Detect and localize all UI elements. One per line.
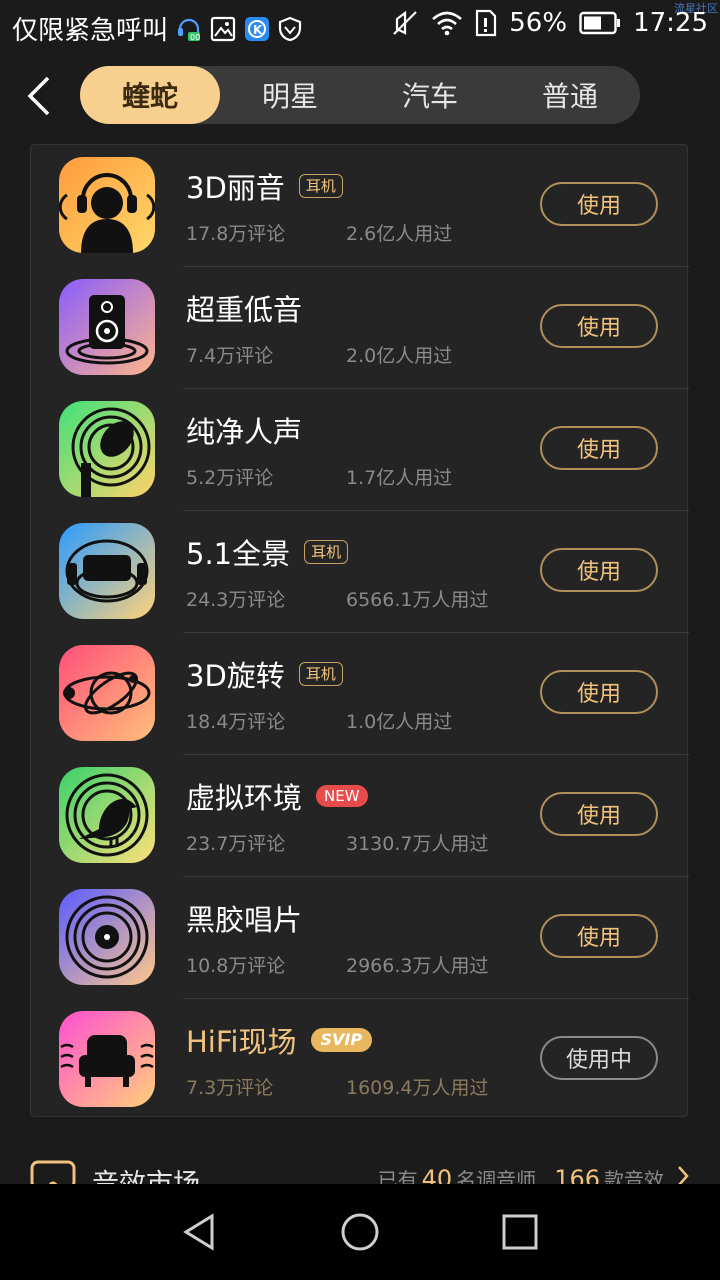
wifi-icon (431, 10, 463, 36)
comment-count: 7.3万评论 (186, 1077, 274, 1099)
category-tabs: 蝰蛇 明星 汽车 普通 (80, 66, 640, 124)
svip-badge: SVIP (310, 1028, 373, 1052)
user-count: 6566.1万人用过 (346, 589, 489, 611)
chevron-right-icon (676, 1165, 690, 1184)
shield-icon (278, 16, 302, 42)
use-button[interactable]: 使用 (540, 304, 658, 348)
effect-list: 3D丽音 耳机 17.8万评论 2.6亿人用过 使用 超重低音 7.4万评论 2… (30, 144, 689, 1117)
svg-text:K: K (253, 23, 263, 37)
nav-back-button[interactable] (180, 1212, 220, 1252)
battery-percent: 56% (509, 8, 568, 38)
bluetooth-headset-icon: 00 (176, 15, 202, 43)
market-stats: 已有 40 名调音师 166 款音效 (378, 1164, 690, 1184)
tuner-label: 名调音师 (456, 1168, 537, 1184)
tab-normal[interactable]: 普通 (500, 66, 640, 124)
armchair-icon (59, 1011, 155, 1107)
comment-count: 18.4万评论 (186, 711, 286, 733)
use-button[interactable]: 使用 (540, 670, 658, 714)
comment-count: 17.8万评论 (186, 223, 286, 245)
user-count: 2.6亿人用过 (346, 223, 453, 245)
comment-count: 5.2万评论 (186, 467, 274, 489)
effect-title: 虚拟环境 (186, 781, 303, 815)
chevron-left-icon (27, 76, 50, 116)
header: 蝰蛇 明星 汽车 普通 (0, 62, 720, 128)
use-button[interactable]: 使用 (540, 426, 658, 470)
sim-alert-icon (475, 9, 497, 37)
speaker-icon (59, 279, 155, 375)
effect-title: 超重低音 (186, 293, 303, 327)
system-nav-bar (0, 1184, 720, 1280)
k-app-icon: K (244, 16, 270, 42)
headphone-badge: 耳机 (298, 662, 343, 686)
mute-icon (391, 9, 419, 37)
vr-glasses-icon (30, 1160, 76, 1184)
effect-title: 纯净人声 (186, 415, 303, 449)
user-count: 1609.4万人用过 (346, 1077, 489, 1099)
effect-title: 3D丽音 (186, 171, 285, 205)
nav-recents-button[interactable] (500, 1212, 540, 1252)
tuner-count: 40 (421, 1165, 453, 1184)
headphone-badge: 耳机 (304, 540, 349, 564)
triangle-back-icon (183, 1213, 214, 1251)
carrier-text: 仅限紧急呼叫 (12, 16, 169, 46)
comment-count: 10.8万评论 (186, 955, 286, 977)
effect-title: 3D旋转 (186, 659, 285, 693)
headphones-person-icon (59, 157, 155, 253)
user-count: 3130.7万人用过 (346, 833, 489, 855)
effect-title: 5.1全景 (186, 537, 291, 571)
user-count: 2.0亿人用过 (346, 345, 453, 367)
in-use-button[interactable]: 使用中 (540, 1036, 658, 1080)
list-item[interactable]: 5.1全景 耳机 24.3万评论 6566.1万人用过 使用 (31, 511, 689, 633)
nav-home-button[interactable] (340, 1212, 380, 1252)
new-badge: NEW (316, 785, 368, 807)
effect-title: 黑胶唱片 (186, 903, 303, 937)
use-button[interactable]: 使用 (540, 548, 658, 592)
user-count: 2966.3万人用过 (346, 955, 489, 977)
vinyl-record-icon (59, 889, 155, 985)
user-count: 1.7亿人用过 (346, 467, 453, 489)
comment-count: 24.3万评论 (186, 589, 286, 611)
list-item[interactable]: 纯净人声 5.2万评论 1.7亿人用过 使用 (31, 389, 689, 511)
comment-count: 7.4万评论 (186, 345, 274, 367)
market-title: 音效市场 (92, 1162, 200, 1184)
list-item[interactable]: 超重低音 7.4万评论 2.0亿人用过 使用 (31, 267, 689, 389)
user-count: 1.0亿人用过 (346, 711, 453, 733)
list-item[interactable]: 3D丽音 耳机 17.8万评论 2.6亿人用过 使用 (31, 145, 689, 267)
svg-text:00: 00 (190, 33, 200, 42)
list-item[interactable]: 3D旋转 耳机 18.4万评论 1.0亿人用过 使用 (31, 633, 689, 755)
tab-celebrity[interactable]: 明星 (220, 66, 360, 124)
battery-icon (579, 11, 621, 35)
status-bar: 仅限紧急呼叫 00 K 56% 17:25 (0, 0, 720, 52)
image-icon (210, 16, 236, 42)
effect-market-entry[interactable]: 音效市场 已有 40 名调音师 166 款音效 (0, 1150, 720, 1184)
effect-title: HiFi现场 (186, 1025, 297, 1059)
square-recents-icon (502, 1214, 538, 1250)
microphone-icon (59, 401, 155, 497)
use-button[interactable]: 使用 (540, 914, 658, 958)
use-button[interactable]: 使用 (540, 792, 658, 836)
orbit-icon (59, 645, 155, 741)
clock: 17:25 (633, 8, 708, 38)
list-item[interactable]: 虚拟环境 NEW 23.7万评论 3130.7万人用过 使用 (31, 755, 689, 877)
bird-icon (59, 767, 155, 863)
circle-home-icon (341, 1213, 379, 1251)
surround-sofa-icon (59, 523, 155, 619)
back-button[interactable] (22, 74, 62, 118)
market-prefix: 已有 (377, 1168, 418, 1184)
effect-count: 166 (554, 1165, 600, 1184)
headphone-badge: 耳机 (298, 174, 343, 198)
list-item[interactable]: HiFi现场 SVIP 7.3万评论 1609.4万人用过 使用中 (31, 999, 689, 1121)
tab-viper[interactable]: 蝰蛇 (80, 66, 220, 124)
comment-count: 23.7万评论 (186, 833, 286, 855)
list-item[interactable]: 黑胶唱片 10.8万评论 2966.3万人用过 使用 (31, 877, 689, 999)
effect-label: 款音效 (604, 1168, 664, 1184)
tab-car[interactable]: 汽车 (360, 66, 500, 124)
use-button[interactable]: 使用 (540, 182, 658, 226)
